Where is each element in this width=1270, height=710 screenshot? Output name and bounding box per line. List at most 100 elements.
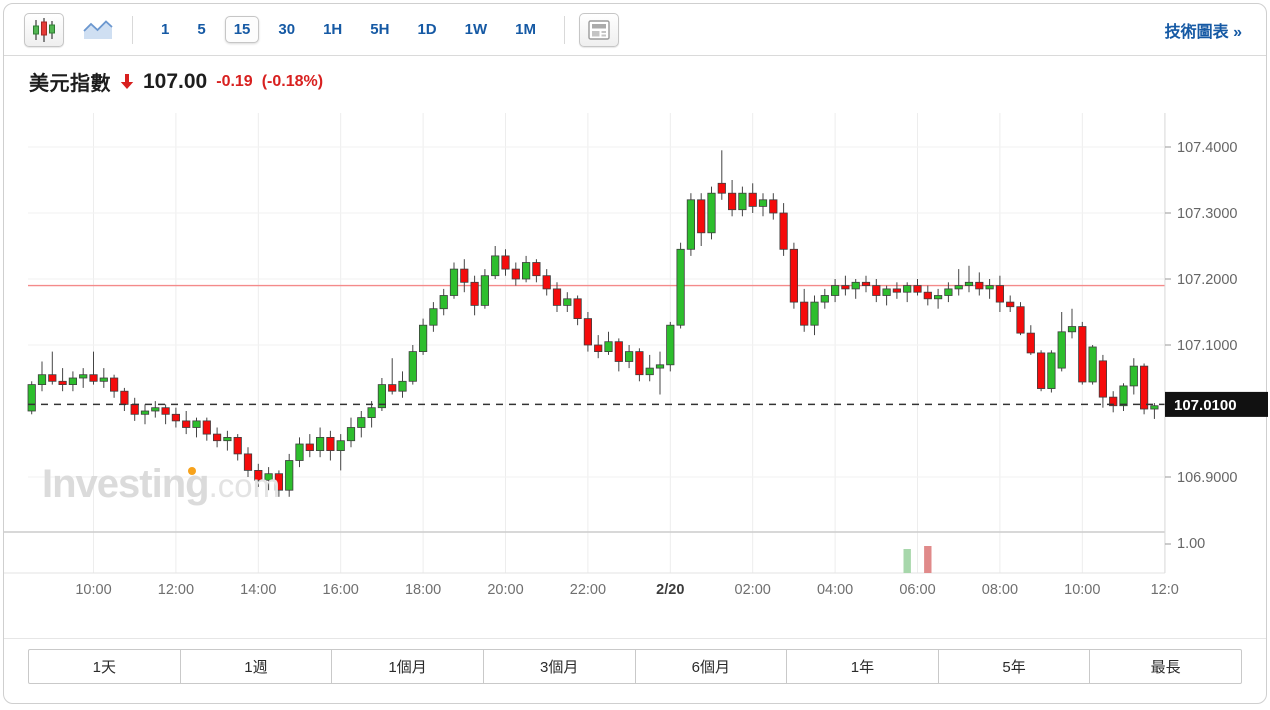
interval-button-1H[interactable]: 1H [314, 16, 351, 43]
range-tab-1個月[interactable]: 1個月 [332, 650, 484, 683]
candle-body-down [213, 434, 220, 441]
x-axis-label: 08:00 [982, 582, 1018, 598]
candle-body-down [1007, 302, 1014, 307]
x-axis-label: 14:00 [240, 582, 276, 598]
candle-body-down [595, 345, 602, 352]
range-tab-5年[interactable]: 5年 [939, 650, 1091, 683]
candle-body-up [986, 286, 993, 289]
candle-body-down [553, 289, 560, 306]
range-tab-1週[interactable]: 1週 [181, 650, 333, 683]
candle-body-down [790, 249, 797, 302]
candle-body-down [1079, 327, 1086, 382]
x-axis-label: 10:00 [1064, 582, 1100, 598]
range-tab-1年[interactable]: 1年 [787, 650, 939, 683]
candle-body-up [739, 193, 746, 210]
candle-body-down [162, 408, 169, 415]
x-axis-label: 22:00 [570, 582, 606, 598]
candle-body-down [275, 474, 282, 491]
candle-body-up [821, 296, 828, 303]
candlestick-chart[interactable]: 107.4000107.3000107.2000107.1000106.9000… [4, 101, 1268, 609]
candle-body-up [69, 378, 76, 385]
candle-body-down [461, 269, 468, 282]
candle-body-up [481, 276, 488, 306]
candle-body-up [337, 441, 344, 451]
x-axis-label: 02:00 [735, 582, 771, 598]
candle-body-up [687, 200, 694, 250]
candle-body-down [502, 256, 509, 269]
candle-body-down [780, 213, 787, 249]
area-chart-icon [82, 18, 114, 42]
candle-body-up [296, 444, 303, 461]
x-axis-label: 10:00 [75, 582, 111, 598]
interval-button-1M[interactable]: 1M [506, 16, 545, 43]
candle-body-down [59, 381, 66, 384]
candle-body-up [1048, 353, 1055, 389]
y-axis-label: 107.4000 [1177, 140, 1237, 156]
interval-button-15[interactable]: 15 [225, 16, 260, 43]
candle-body-up [667, 325, 674, 365]
candle-body-up [100, 378, 107, 381]
news-layout-icon [588, 20, 610, 40]
technical-chart-link[interactable]: 技術圖表 » [1165, 18, 1248, 42]
x-axis-label: 2/20 [656, 582, 684, 598]
candle-body-up [811, 302, 818, 325]
candle-body-up [522, 263, 529, 280]
line-style-button[interactable] [78, 13, 118, 47]
candle-body-down [183, 421, 190, 428]
candle-body-down [49, 375, 56, 382]
candle-body-down [976, 282, 983, 289]
toolbar: 15 15 30 1H 5H 1D 1W 1M 技術圖表 » [4, 4, 1266, 56]
volume-bar-down [924, 546, 931, 573]
interval-button-5H[interactable]: 5H [361, 16, 398, 43]
interval-button-1[interactable]: 1 [152, 16, 178, 43]
candle-body-down [1140, 366, 1147, 409]
toolbar-divider [132, 16, 133, 44]
candle-body-down [172, 414, 179, 421]
interval-button-1D[interactable]: 1D [408, 16, 445, 43]
candle-body-up [28, 385, 35, 411]
x-axis-label: 12:00 [158, 582, 194, 598]
candle-body-down [471, 282, 478, 305]
y-axis-label: 107.1000 [1177, 338, 1237, 354]
candle-body-up [265, 474, 272, 481]
candle-body-up [38, 375, 45, 385]
interval-button-5[interactable]: 5 [188, 16, 214, 43]
candle-body-up [945, 289, 952, 296]
interval-button-30[interactable]: 30 [269, 16, 304, 43]
x-axis-label: 18:00 [405, 582, 441, 598]
y-axis-label: 107.3000 [1177, 206, 1237, 222]
candle-body-up [965, 282, 972, 285]
candle-body-down [615, 342, 622, 362]
candle-body-up [1089, 347, 1096, 382]
range-tab-6個月[interactable]: 6個月 [636, 650, 788, 683]
candle-body-up [708, 193, 715, 233]
candle-body-down [512, 269, 519, 279]
candlestick-style-button[interactable] [24, 13, 64, 47]
symbol-name: 美元指數 [29, 67, 111, 96]
current-price-badge-label: 107.0100 [1174, 397, 1237, 414]
candle-body-down [873, 286, 880, 296]
candle-body-up [564, 299, 571, 306]
interval-button-1W[interactable]: 1W [456, 16, 497, 43]
range-selector: 1天1週1個月3個月6個月1年5年最長 [28, 649, 1242, 684]
candle-body-up [1058, 332, 1065, 368]
candle-body-up [347, 428, 354, 441]
range-tab-最長[interactable]: 最長 [1090, 650, 1241, 683]
range-tab-1天[interactable]: 1天 [29, 650, 181, 683]
candle-body-up [759, 200, 766, 207]
chart-widget: 1515301H5H1D1W1M 技術圖表 » 美元指數 107.00 -0.1… [3, 3, 1267, 704]
candle-body-down [1017, 307, 1024, 333]
candle-body-up [152, 408, 159, 411]
candle-body-down [255, 470, 262, 480]
candle-body-up [646, 368, 653, 375]
news-layout-button[interactable] [579, 13, 619, 47]
x-axis-label: 16:00 [323, 582, 359, 598]
y-axis-label: 107.2000 [1177, 272, 1237, 288]
price-down-arrow-icon [120, 73, 134, 90]
range-tab-3個月[interactable]: 3個月 [484, 650, 636, 683]
candle-body-down [801, 302, 808, 325]
price-change-percent: (-0.18%) [262, 73, 323, 91]
candle-body-up [1120, 386, 1127, 406]
candle-body-down [728, 193, 735, 210]
candle-body-up [656, 365, 663, 368]
